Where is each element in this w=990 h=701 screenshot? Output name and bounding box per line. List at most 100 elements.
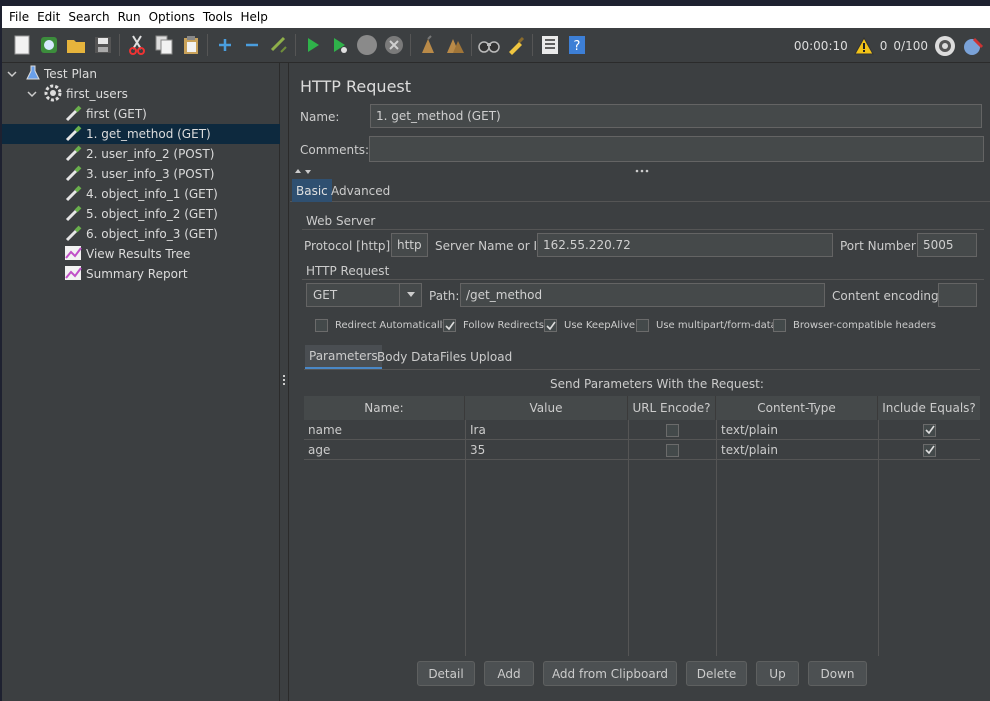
collapse-icon[interactable] — [241, 34, 263, 56]
tree-item-sampler[interactable]: 4. object_info_1 (GET) — [64, 184, 276, 204]
sampler-pipette-icon — [64, 164, 82, 185]
paste-icon[interactable] — [180, 34, 202, 56]
table-row[interactable]: name Ira text/plain — [304, 420, 980, 440]
add-button[interactable]: Add — [484, 661, 534, 686]
protocol-field[interactable]: http — [391, 233, 428, 257]
active-threads: 0/100 — [893, 38, 928, 53]
open-icon[interactable] — [65, 34, 87, 56]
menu-file[interactable]: File — [5, 6, 33, 28]
new-icon[interactable] — [11, 34, 33, 56]
tree-label: 6. object_info_3 (GET) — [86, 227, 218, 241]
menubar: File Edit Search Run Options Tools Help — [2, 6, 990, 28]
tree-item-sampler[interactable]: 6. object_info_3 (GET) — [64, 224, 276, 244]
web-server-group-title: Web Server — [306, 214, 380, 228]
include-equals-checkbox[interactable] — [923, 423, 936, 437]
table-row[interactable]: age 35 text/plain — [304, 440, 980, 460]
port-field[interactable]: 5005 — [917, 233, 977, 257]
copy-icon[interactable] — [153, 34, 175, 56]
chevron-down-icon[interactable] — [399, 284, 421, 306]
expand-icon[interactable] — [214, 34, 236, 56]
help-icon[interactable]: ? — [566, 34, 588, 56]
more-dots-icon[interactable] — [635, 168, 649, 174]
tab-parameters[interactable]: Parameters — [305, 345, 382, 369]
tab-body-data[interactable]: Body Data — [373, 345, 444, 369]
add-from-clipboard-button[interactable]: Add from Clipboard — [543, 661, 677, 686]
follow-redirects-checkbox[interactable] — [443, 319, 456, 332]
browser-compatible-checkbox[interactable] — [773, 319, 786, 332]
collapse-bar[interactable] — [290, 166, 990, 176]
tab-basic[interactable]: Basic — [292, 179, 332, 202]
cell-name[interactable]: age — [304, 440, 465, 460]
shutdown-icon[interactable] — [383, 34, 405, 56]
column-header-url-encode[interactable]: URL Encode? — [628, 396, 716, 420]
menu-help[interactable]: Help — [236, 6, 271, 28]
tree-item-sampler[interactable]: 2. user_info_2 (POST) — [64, 144, 276, 164]
down-button[interactable]: Down — [808, 661, 867, 686]
sampler-pipette-icon — [64, 224, 82, 245]
url-encode-checkbox[interactable] — [666, 423, 679, 437]
tab-files-upload[interactable]: Files Upload — [436, 345, 516, 369]
templates-icon[interactable] — [38, 34, 60, 56]
stop-icon[interactable] — [356, 34, 378, 56]
path-field[interactable]: /get_method — [460, 283, 825, 307]
cell-content-type[interactable]: text/plain — [717, 420, 878, 440]
delete-button[interactable]: Delete — [686, 661, 747, 686]
tree-item-listener[interactable]: Summary Report — [64, 264, 276, 284]
name-field[interactable]: 1. get_method (GET) — [370, 104, 982, 128]
redirect-automatically-checkbox[interactable] — [315, 319, 328, 332]
start-no-pause-icon[interactable] — [329, 34, 351, 56]
method-select[interactable]: GET — [306, 283, 422, 307]
chevron-down-icon[interactable] — [6, 68, 18, 80]
save-icon[interactable] — [92, 34, 114, 56]
chevron-down-icon[interactable] — [26, 88, 38, 100]
function-helper-icon[interactable] — [539, 34, 561, 56]
clear-icon[interactable] — [417, 34, 439, 56]
up-button[interactable]: Up — [756, 661, 799, 686]
split-pane-divider[interactable] — [281, 63, 289, 701]
drag-handle-icon[interactable] — [283, 375, 287, 385]
include-equals-checkbox[interactable] — [923, 443, 936, 457]
tree-item-listener[interactable]: View Results Tree — [64, 244, 276, 264]
server-field[interactable]: 162.55.220.72 — [537, 233, 833, 257]
cell-url-encode — [629, 420, 716, 440]
menu-run[interactable]: Run — [114, 6, 145, 28]
menu-tools[interactable]: Tools — [199, 6, 237, 28]
cell-value[interactable]: 35 — [466, 440, 628, 460]
cell-value[interactable]: Ira — [466, 420, 628, 440]
encoding-field[interactable] — [938, 283, 977, 307]
detail-button[interactable]: Detail — [417, 661, 475, 686]
tree-node-thread-group[interactable]: first_users — [26, 84, 276, 104]
start-icon[interactable] — [302, 34, 324, 56]
use-keepalive-checkbox[interactable] — [544, 319, 557, 332]
cell-name[interactable]: name — [304, 420, 465, 440]
tree-item-sampler[interactable]: 5. object_info_2 (GET) — [64, 204, 276, 224]
remote-start-icon[interactable] — [934, 35, 956, 57]
column-header-include-equals[interactable]: Include Equals? — [878, 396, 980, 420]
tree-item-sampler-selected[interactable]: 1. get_method (GET) — [2, 124, 280, 144]
menu-search[interactable]: Search — [64, 6, 113, 28]
toolbar: ? 00:00:10 0 0/100 — [2, 28, 990, 63]
config-tabs: Basic Advanced — [290, 176, 990, 202]
search-icon[interactable] — [477, 34, 500, 56]
cell-content-type[interactable]: text/plain — [717, 440, 878, 460]
menu-options[interactable]: Options — [145, 6, 199, 28]
url-encode-checkbox[interactable] — [666, 443, 679, 457]
tree-node-test-plan[interactable]: Test Plan — [6, 64, 276, 84]
tree-item-sampler[interactable]: 3. user_info_3 (POST) — [64, 164, 276, 184]
toggle-icon[interactable] — [268, 34, 290, 56]
use-multipart-checkbox[interactable] — [636, 319, 649, 332]
column-header-content-type[interactable]: Content-Type — [716, 396, 878, 420]
warning-icon[interactable] — [853, 36, 874, 55]
menu-edit[interactable]: Edit — [33, 6, 64, 28]
column-header-name[interactable]: Name: — [304, 396, 465, 420]
cell-include-equals — [879, 440, 980, 460]
tree-label: Test Plan — [44, 67, 97, 81]
reset-search-icon[interactable] — [505, 34, 527, 56]
column-header-value[interactable]: Value — [465, 396, 628, 420]
clear-all-icon[interactable] — [444, 34, 466, 56]
comments-field[interactable] — [369, 136, 984, 162]
tab-advanced[interactable]: Advanced — [327, 179, 394, 202]
cut-icon[interactable] — [126, 34, 148, 56]
tree-item-sampler[interactable]: first (GET) — [64, 104, 276, 124]
remote-stop-icon[interactable] — [962, 35, 984, 57]
